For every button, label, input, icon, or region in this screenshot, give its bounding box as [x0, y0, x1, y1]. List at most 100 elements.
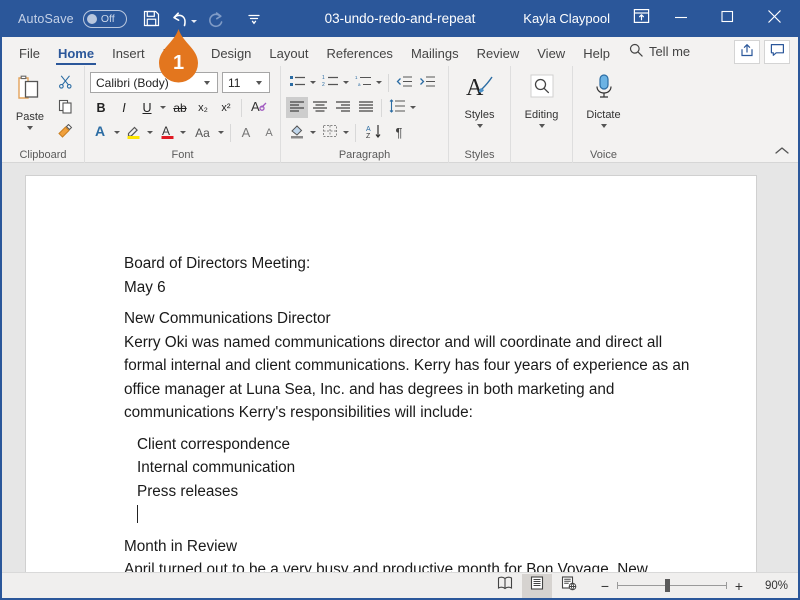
- ribbon-display-options-button[interactable]: [624, 8, 658, 29]
- shading-button[interactable]: [286, 122, 308, 143]
- text-highlight-color-button[interactable]: [123, 122, 145, 143]
- shrink-font-button[interactable]: A: [258, 122, 280, 143]
- bold-button[interactable]: B: [90, 97, 112, 118]
- borders-dropdown-arrow[interactable]: [343, 131, 349, 134]
- paste-label: Paste: [15, 111, 45, 123]
- zoom-level-label[interactable]: 90%: [756, 580, 788, 592]
- dictate-dropdown-arrow[interactable]: [600, 124, 607, 128]
- tab-mailings[interactable]: Mailings: [402, 47, 468, 66]
- text-effects-button[interactable]: A: [90, 122, 112, 143]
- change-case-dropdown-arrow[interactable]: [218, 131, 224, 134]
- numbering-dropdown-arrow[interactable]: [343, 81, 349, 84]
- read-mode-button[interactable]: [490, 574, 520, 598]
- line-spacing-button[interactable]: [386, 97, 408, 118]
- align-right-button[interactable]: [332, 97, 354, 118]
- zoom-slider[interactable]: [617, 579, 727, 592]
- font-size-dropdown-arrow[interactable]: [256, 80, 262, 85]
- tab-file[interactable]: File: [10, 47, 49, 66]
- superscript-button[interactable]: x²: [215, 97, 237, 118]
- tell-me-search[interactable]: Tell me: [619, 43, 698, 66]
- web-layout-button[interactable]: [554, 574, 584, 598]
- undo-dropdown-arrow[interactable]: [191, 19, 198, 23]
- underline-dropdown-arrow[interactable]: [160, 106, 166, 109]
- multilevel-dropdown-arrow[interactable]: [376, 81, 382, 84]
- font-style-row: B I U ab x₂ x² A: [90, 97, 273, 118]
- close-button[interactable]: [750, 0, 798, 37]
- ribbon-group-styles: A Styles Styles: [448, 66, 510, 163]
- clear-formatting-button[interactable]: A: [246, 97, 273, 118]
- multilevel-list-button[interactable]: 1a: [352, 72, 374, 93]
- justify-button[interactable]: [355, 97, 377, 118]
- paste-dropdown-arrow[interactable]: [27, 126, 33, 130]
- tab-view[interactable]: View: [528, 47, 574, 66]
- line-spacing-dropdown-arrow[interactable]: [410, 106, 416, 109]
- save-button[interactable]: [137, 5, 167, 32]
- bullets-dropdown-arrow[interactable]: [310, 81, 316, 84]
- increase-indent-button[interactable]: [416, 72, 438, 93]
- borders-button[interactable]: [319, 122, 341, 143]
- font-name-combo[interactable]: Calibri (Body): [90, 72, 218, 93]
- font-name-dropdown-arrow[interactable]: [204, 80, 210, 85]
- highlight-dropdown-arrow[interactable]: [147, 131, 153, 134]
- change-case-button[interactable]: Aa: [189, 122, 216, 143]
- italic-button[interactable]: I: [113, 97, 135, 118]
- tab-review[interactable]: Review: [468, 47, 529, 66]
- user-account-name[interactable]: Kayla Claypool: [523, 11, 610, 26]
- minimize-button[interactable]: [658, 0, 704, 37]
- copy-button[interactable]: [53, 97, 77, 120]
- styles-button[interactable]: A Styles: [457, 70, 503, 128]
- decrease-indent-button[interactable]: [393, 72, 415, 93]
- paragraph-list-row: 12 1a: [286, 70, 438, 93]
- editing-button[interactable]: Editing: [519, 70, 565, 128]
- text-effects-dropdown-arrow[interactable]: [114, 131, 120, 134]
- paste-button[interactable]: Paste: [7, 70, 53, 130]
- font-size-combo[interactable]: 11: [222, 72, 270, 93]
- tab-design[interactable]: Design: [202, 47, 260, 66]
- tab-help[interactable]: Help: [574, 47, 619, 66]
- grow-font-button[interactable]: A: [235, 122, 257, 143]
- font-color-row: A A Aa A A: [90, 122, 280, 143]
- zoom-out-button[interactable]: −: [600, 578, 610, 594]
- document-page[interactable]: Board of Directors Meeting: May 6 New Co…: [25, 175, 757, 572]
- numbering-button[interactable]: 12: [319, 72, 341, 93]
- tab-draw[interactable]: Draw: [154, 47, 202, 66]
- tab-insert[interactable]: Insert: [103, 47, 154, 66]
- comments-button[interactable]: [764, 40, 790, 64]
- font-color-button[interactable]: A: [156, 122, 178, 143]
- font-color-dropdown-arrow[interactable]: [180, 131, 186, 134]
- italic-label: I: [122, 100, 126, 115]
- redo-button[interactable]: [201, 5, 231, 32]
- zoom-control[interactable]: − + 90%: [600, 578, 788, 594]
- sort-button[interactable]: AZ: [360, 122, 387, 143]
- customize-quick-access-toolbar-button[interactable]: [239, 5, 269, 32]
- font-name-value: Calibri (Body): [96, 75, 169, 90]
- svg-text:1: 1: [355, 75, 358, 80]
- show-formatting-marks-button[interactable]: ¶: [388, 122, 410, 143]
- zoom-slider-thumb[interactable]: [665, 579, 670, 592]
- font-color-icon: A: [159, 123, 176, 143]
- maximize-button[interactable]: [704, 0, 750, 37]
- share-button[interactable]: [734, 40, 760, 64]
- bullets-button[interactable]: [286, 72, 308, 93]
- subscript-button[interactable]: x₂: [192, 97, 214, 118]
- shading-dropdown-arrow[interactable]: [310, 131, 316, 134]
- tab-references[interactable]: References: [317, 47, 401, 66]
- collapse-ribbon-button[interactable]: [774, 144, 790, 158]
- strikethrough-button[interactable]: ab: [169, 97, 191, 118]
- autosave-toggle[interactable]: Off: [82, 9, 127, 28]
- tab-layout[interactable]: Layout: [260, 47, 317, 66]
- tab-home[interactable]: Home: [49, 47, 103, 66]
- document-canvas[interactable]: Board of Directors Meeting: May 6 New Co…: [2, 163, 798, 572]
- styles-dropdown-arrow[interactable]: [476, 124, 483, 128]
- editing-dropdown-arrow[interactable]: [538, 124, 545, 128]
- align-center-button[interactable]: [309, 97, 331, 118]
- underline-button[interactable]: U: [136, 97, 158, 118]
- cut-button[interactable]: [53, 72, 77, 95]
- format-painter-button[interactable]: [53, 122, 77, 145]
- document-body[interactable]: Board of Directors Meeting: May 6 New Co…: [26, 176, 756, 572]
- print-layout-button[interactable]: [522, 573, 552, 598]
- zoom-in-button[interactable]: +: [734, 578, 744, 594]
- undo-button[interactable]: [169, 5, 199, 32]
- align-left-button[interactable]: [286, 97, 308, 118]
- dictate-button[interactable]: Dictate: [581, 70, 627, 128]
